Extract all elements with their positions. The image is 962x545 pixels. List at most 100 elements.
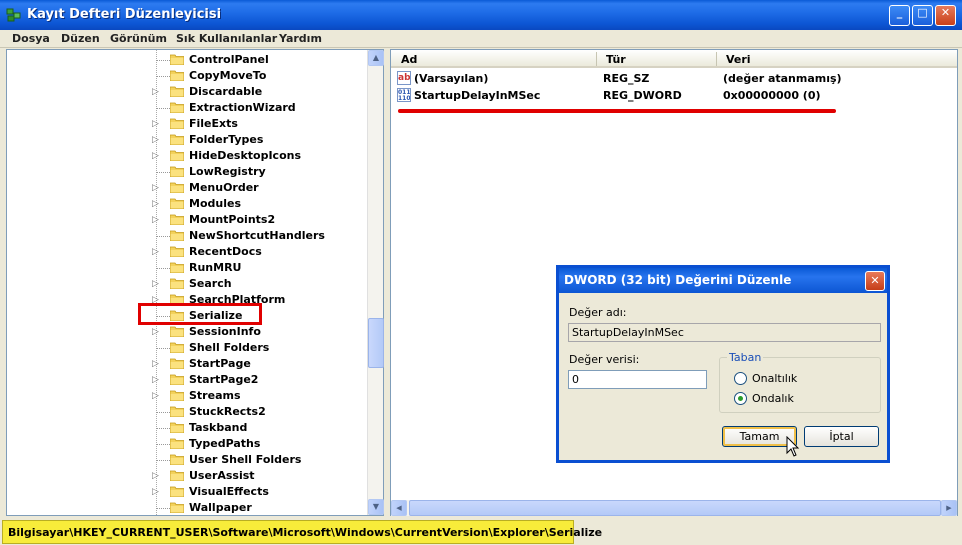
folder-icon xyxy=(170,262,184,273)
folder-icon xyxy=(170,86,184,97)
tree-item-label: StuckRects2 xyxy=(189,405,266,418)
tree-item[interactable]: ▷ Discardable xyxy=(7,84,367,100)
tree-connector xyxy=(156,268,170,269)
tree-item[interactable]: TypedPaths xyxy=(7,436,367,452)
expand-icon[interactable]: ▷ xyxy=(152,471,159,481)
tree-item-label: Modules xyxy=(189,197,241,210)
expand-icon[interactable]: ▷ xyxy=(152,215,159,225)
value-data-input[interactable]: 0 xyxy=(568,370,707,389)
expand-icon[interactable]: ▷ xyxy=(152,375,159,385)
tree-item[interactable]: ▷ FolderTypes xyxy=(7,132,367,148)
tree-connector xyxy=(156,428,170,429)
tree-item-label: TypedPaths xyxy=(189,437,261,450)
tree-item[interactable]: ControlPanel xyxy=(7,52,367,68)
scroll-thumb[interactable] xyxy=(409,500,941,516)
tree-item[interactable]: NewShortcutHandlers xyxy=(7,228,367,244)
tree-item[interactable]: User Shell Folders xyxy=(7,452,367,468)
expand-icon[interactable]: ▷ xyxy=(152,135,159,145)
hex-radio-label[interactable]: Onaltılık xyxy=(752,372,797,385)
scroll-up-icon[interactable]: ▲ xyxy=(368,50,384,66)
binary-value-icon: 011 110 xyxy=(397,88,411,102)
decimal-radio[interactable] xyxy=(734,392,747,405)
menu-edit[interactable]: Düzen xyxy=(61,32,100,45)
column-separator xyxy=(596,52,597,66)
tree-item[interactable]: ▷ FileExts xyxy=(7,116,367,132)
tree-item[interactable]: Taskband xyxy=(7,420,367,436)
folder-icon xyxy=(170,150,184,161)
expand-icon[interactable]: ▷ xyxy=(152,327,159,337)
folder-icon xyxy=(170,198,184,209)
expand-icon[interactable]: ▷ xyxy=(152,391,159,401)
tree-item-label: User Shell Folders xyxy=(189,453,302,466)
list-horizontal-scrollbar[interactable]: ◀ ▶ xyxy=(391,500,957,516)
tree-item[interactable]: ▷ UserAssist xyxy=(7,468,367,484)
tree-connector xyxy=(156,444,170,445)
tree-item[interactable]: CopyMoveTo xyxy=(7,68,367,84)
expand-icon[interactable]: ▷ xyxy=(152,183,159,193)
tree-item[interactable]: ▷ Modules xyxy=(7,196,367,212)
tree-item[interactable]: ▷ RecentDocs xyxy=(7,244,367,260)
selected-key-highlight xyxy=(138,303,262,325)
tree-item[interactable]: ExtractionWizard xyxy=(7,100,367,116)
folder-icon xyxy=(170,70,184,81)
tree-item[interactable]: StuckRects2 xyxy=(7,404,367,420)
folder-icon xyxy=(170,278,184,289)
decimal-radio-label[interactable]: Ondalık xyxy=(752,392,794,405)
folder-icon xyxy=(170,134,184,145)
tree-connector xyxy=(156,236,170,237)
tree-item[interactable]: ▷ HideDesktopIcons xyxy=(7,148,367,164)
tree-item[interactable]: Shell Folders xyxy=(7,340,367,356)
registry-tree[interactable]: ControlPanel CopyMoveTo ▷ Discardable Extrac… xyxy=(6,49,384,516)
scroll-down-icon[interactable]: ▼ xyxy=(368,499,384,515)
tree-item[interactable]: ▷ MountPoints2 xyxy=(7,212,367,228)
cancel-button[interactable]: İptal xyxy=(804,426,879,447)
expand-icon[interactable]: ▷ xyxy=(152,487,159,497)
expand-icon[interactable]: ▷ xyxy=(152,359,159,369)
minimize-button[interactable]: _ xyxy=(889,5,910,26)
maximize-button[interactable]: □ xyxy=(912,5,933,26)
expand-icon[interactable]: ▷ xyxy=(152,87,159,97)
folder-icon xyxy=(170,470,184,481)
folder-icon xyxy=(170,486,184,497)
column-type[interactable]: Tür xyxy=(606,53,626,66)
expand-icon[interactable]: ▷ xyxy=(152,151,159,161)
close-button[interactable]: ✕ xyxy=(935,5,956,26)
expand-icon[interactable]: ▷ xyxy=(152,199,159,209)
window-title: Kayıt Defteri Düzenleyicisi xyxy=(27,7,222,22)
tree-item[interactable]: ▷ VisualEffects xyxy=(7,484,367,500)
list-row[interactable]: ab (Varsayılan) REG_SZ (değer atanmamış) xyxy=(391,70,951,87)
tree-item-label: SessionInfo xyxy=(189,325,261,338)
column-data[interactable]: Veri xyxy=(726,53,751,66)
tree-item[interactable]: ▷ StartPage xyxy=(7,356,367,372)
dialog-close-button[interactable]: ✕ xyxy=(865,271,885,291)
folder-icon xyxy=(170,438,184,449)
string-value-icon: ab xyxy=(397,71,411,85)
hex-radio[interactable] xyxy=(734,372,747,385)
list-row[interactable]: 011 110 StartupDelayInMSec REG_DWORD 0x00… xyxy=(391,87,951,104)
scroll-left-icon[interactable]: ◀ xyxy=(391,500,407,516)
tree-item[interactable]: LowRegistry xyxy=(7,164,367,180)
expand-icon[interactable]: ▷ xyxy=(152,247,159,257)
tree-item[interactable]: RunMRU xyxy=(7,260,367,276)
scroll-right-icon[interactable]: ▶ xyxy=(941,500,957,516)
tree-item[interactable]: ▷ SessionInfo xyxy=(7,324,367,340)
menu-help[interactable]: Yardım xyxy=(279,32,322,45)
value-data: 0x00000000 (0) xyxy=(723,89,821,102)
column-name[interactable]: Ad xyxy=(401,53,417,66)
tree-item-label: Streams xyxy=(189,389,241,402)
tree-item-label: Wallpaper xyxy=(189,501,252,514)
tree-item[interactable]: ▷ Search xyxy=(7,276,367,292)
expand-icon[interactable]: ▷ xyxy=(152,279,159,289)
tree-item[interactable]: ▷ MenuOrder xyxy=(7,180,367,196)
menu-file[interactable]: Dosya xyxy=(12,32,50,45)
tree-item[interactable]: ▷ Streams xyxy=(7,388,367,404)
base-group-title: Taban xyxy=(727,351,764,364)
menu-favorites[interactable]: Sık Kullanılanlar xyxy=(176,32,277,45)
menu-view[interactable]: Görünüm xyxy=(110,32,167,45)
expand-icon[interactable]: ▷ xyxy=(152,119,159,129)
scroll-thumb[interactable] xyxy=(368,318,384,368)
tree-scrollbar[interactable]: ▲ ▼ xyxy=(367,50,384,515)
tree-connector xyxy=(156,460,170,461)
tree-item[interactable]: Wallpaper xyxy=(7,500,367,515)
tree-item[interactable]: ▷ StartPage2 xyxy=(7,372,367,388)
